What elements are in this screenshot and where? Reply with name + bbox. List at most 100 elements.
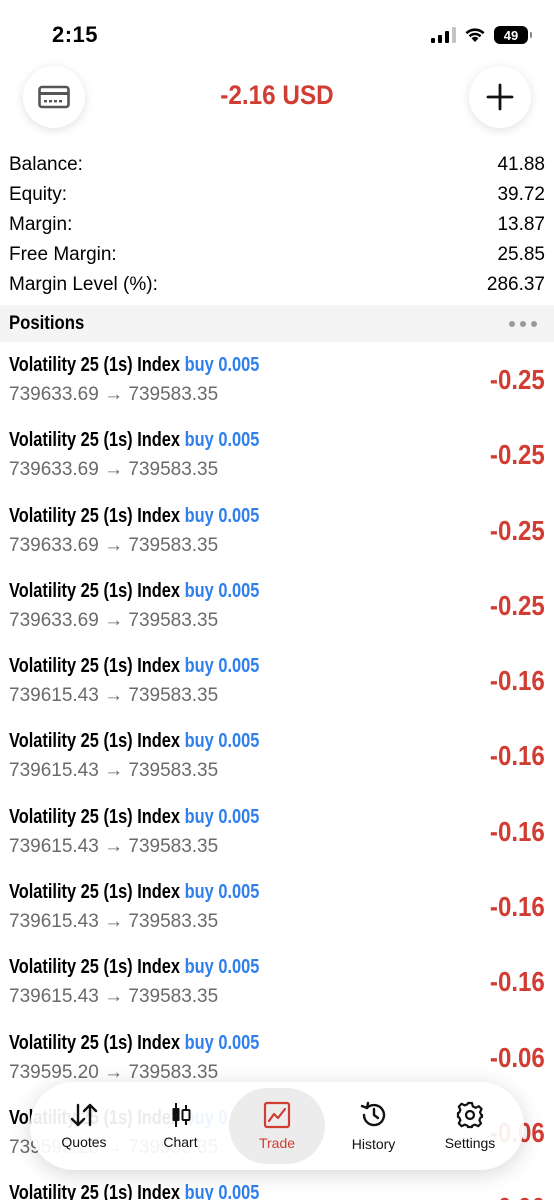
position-side-volume: buy 0.005 [184,1031,260,1054]
summary-row-balance: Balance: 41.88 [0,150,554,180]
position-side-volume: buy 0.005 [184,1182,260,1200]
position-profit: -0.16 [490,740,545,772]
position-symbol: Volatility 25 (1s) Index buy 0.005 [9,1032,259,1055]
position-symbol: Volatility 25 (1s) Index buy 0.005 [9,580,259,603]
position-profit: -0.16 [490,665,545,697]
position-side-volume: buy 0.005 [184,881,260,904]
position-symbol: Volatility 25 (1s) Index buy 0.005 [9,655,259,678]
position-symbol: Volatility 25 (1s) Index buy 0.005 [9,354,259,377]
position-prices: 739633.69 → 739583.35 [9,384,219,405]
summary-label: Free Margin: [9,244,117,265]
position-row[interactable]: Volatility 25 (1s) Index buy 0.005 739615… [0,869,554,944]
summary-row-free-margin: Free Margin: 25.85 [0,240,554,270]
tab-trade[interactable]: Trade [229,1088,325,1164]
summary-value: 41.88 [497,154,545,175]
symbol-name: Volatility 25 (1s) Index [9,730,181,753]
position-side-volume: buy 0.005 [184,429,260,452]
position-prices: 739615.43 → 739583.35 [9,911,219,933]
symbol-name: Volatility 25 (1s) Index [9,579,181,602]
symbol-name: Volatility 25 (1s) Index [9,1031,181,1054]
tab-label: Settings [444,1135,496,1151]
position-profit: -0.16 [490,966,545,998]
position-row[interactable]: Volatility 25 (1s) Index buy 0.005 739615… [0,643,554,718]
position-side-volume: buy 0.005 [184,956,260,979]
position-prices: 739615.43 → 739583.35 [9,760,219,782]
new-order-button[interactable] [469,66,531,128]
more-options-icon[interactable] [509,320,545,327]
position-row[interactable]: Volatility 25 (1s) Index buy 0.005 739615… [0,944,554,1019]
candlestick-icon [172,1103,190,1127]
trade-chart-icon [263,1101,291,1129]
wifi-icon [465,28,485,42]
battery-level: 49 [503,27,519,43]
quotes-arrows-icon [70,1103,98,1127]
position-side-volume: buy 0.005 [184,354,260,376]
status-indicators: 49 [431,24,532,46]
position-symbol: Volatility 25 (1s) Index buy 0.005 [9,429,259,452]
summary-value: 286.37 [486,274,545,295]
position-row[interactable]: Volatility 25 (1s) Index buy 0.005739595… [0,1170,554,1200]
position-profit: -0.06 [490,1192,545,1200]
summary-row-margin-level: Margin Level (%): 286.37 [0,270,554,300]
summary-row-equity: Equity: 39.72 [0,180,554,210]
position-prices: 739633.69 → 739583.35 [9,459,219,481]
position-side-volume: buy 0.005 [184,504,260,527]
position-symbol: Volatility 25 (1s) Index buy 0.005 [9,806,259,829]
tab-history[interactable]: History [326,1088,422,1164]
position-side-volume: buy 0.005 [184,655,260,678]
position-profit: -0.16 [490,891,545,923]
position-profit: -0.25 [490,439,545,471]
summary-label: Equity: [9,184,68,205]
positions-list: Volatility 25 (1s) Index buy 0.005 739633… [0,342,554,1200]
floating-profit-title: -2.16 USD [220,80,334,110]
position-prices: 739615.43 → 739583.35 [9,685,219,707]
positions-title: Positions [9,312,85,334]
position-symbol: Volatility 25 (1s) Index buy 0.005 [9,505,259,528]
position-row[interactable]: Volatility 25 (1s) Index buy 0.005 739615… [0,718,554,793]
symbol-name: Volatility 25 (1s) Index [9,354,181,376]
tab-label: Chart [163,1134,198,1150]
position-row[interactable]: Volatility 25 (1s) Index buy 0.005 739633… [0,342,554,417]
symbol-name: Volatility 25 (1s) Index [9,805,181,828]
tab-bar: Quotes Chart Trade History Settings [30,1082,524,1170]
position-prices: 739633.69 → 739583.35 [9,609,219,631]
position-row[interactable]: Volatility 25 (1s) Index buy 0.005 739633… [0,493,554,568]
position-prices: 739615.43 → 739583.35 [9,835,219,857]
position-side-volume: buy 0.005 [184,579,260,602]
symbol-name: Volatility 25 (1s) Index [9,956,181,979]
account-summary: Balance: 41.88 Equity: 39.72 Margin: 13.… [0,150,554,300]
position-symbol: Volatility 25 (1s) Index buy 0.005 [9,956,259,979]
position-prices: 739595.20 → 739583.35 [9,1061,219,1083]
plus-icon [486,83,514,111]
tab-label: Trade [258,1135,296,1151]
tab-settings[interactable]: Settings [422,1088,518,1164]
status-time: 2:15 [52,22,99,47]
position-symbol: Volatility 25 (1s) Index buy 0.005 [9,881,259,904]
position-profit: -0.06 [490,1041,545,1073]
position-row[interactable]: Volatility 25 (1s) Index buy 0.005 739633… [0,568,554,643]
gear-icon [456,1101,484,1129]
symbol-name: Volatility 25 (1s) Index [9,504,181,527]
tab-label: History [351,1136,396,1152]
header: -2.16 USD [0,66,554,130]
history-clock-icon [360,1101,385,1127]
position-row[interactable]: Volatility 25 (1s) Index buy 0.005 739633… [0,417,554,492]
tab-chart[interactable]: Chart [133,1088,229,1164]
position-symbol: Volatility 25 (1s) Index buy 0.005 [9,1182,259,1200]
position-profit: -0.25 [490,589,545,621]
symbol-name: Volatility 25 (1s) Index [9,1182,181,1200]
cellular-signal-icon [431,27,456,43]
summary-value: 13.87 [497,214,545,235]
position-profit: -0.25 [490,364,545,395]
position-prices: 739615.43 → 739583.35 [9,986,219,1008]
tab-quotes[interactable]: Quotes [36,1088,132,1164]
symbol-name: Volatility 25 (1s) Index [9,429,181,452]
summary-value: 39.72 [497,184,545,205]
summary-row-margin: Margin: 13.87 [0,210,554,240]
position-side-volume: buy 0.005 [184,805,260,828]
position-row[interactable]: Volatility 25 (1s) Index buy 0.005 739615… [0,794,554,869]
summary-value: 25.85 [497,244,545,265]
status-bar: 2:15 49 [0,0,554,62]
position-profit: -0.16 [490,815,545,847]
position-prices: 739633.69 → 739583.35 [9,534,219,556]
